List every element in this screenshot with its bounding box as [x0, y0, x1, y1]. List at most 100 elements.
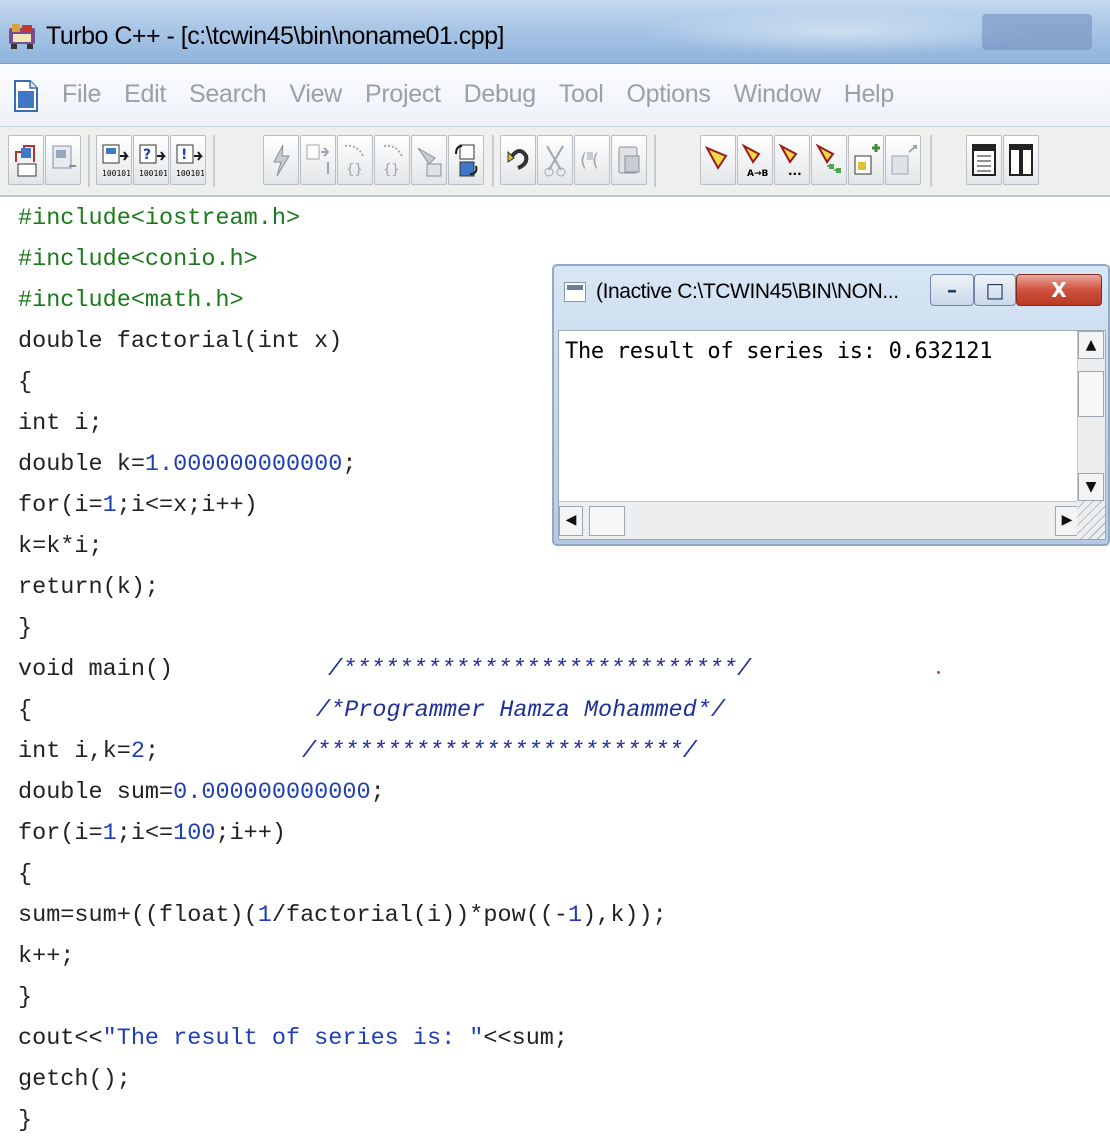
menu-view[interactable]: View	[289, 77, 342, 111]
code-line-21: cout<<"The result of series is: "<<sum;	[18, 1025, 569, 1052]
svg-text:{}: {}	[383, 162, 400, 178]
paste-icon[interactable]	[611, 135, 647, 185]
comment-border-bottom: /**************************/	[302, 738, 697, 765]
scroll-up-arrow-icon[interactable]: ▲	[1078, 331, 1104, 359]
code-line-19: k++;	[18, 943, 75, 970]
stray-red-dot	[937, 671, 940, 674]
horizontal-scroll-thumb[interactable]	[589, 506, 625, 536]
menu-edit[interactable]: Edit	[124, 77, 166, 111]
menu-debug[interactable]: Debug	[464, 77, 536, 111]
code-line-4: double factorial(int x)	[18, 328, 343, 355]
comment-border-top: /****************************/	[328, 656, 752, 683]
output-console-window[interactable]: (Inactive C:\TCWIN45\BIN\NON... – □ X Th…	[552, 264, 1110, 546]
menu-file[interactable]: File	[62, 77, 101, 111]
code-line-13: {	[18, 697, 33, 724]
code-line-12: void main()	[18, 656, 174, 683]
inspect-icon[interactable]	[411, 135, 447, 185]
code-line-22: getch();	[18, 1066, 131, 1093]
copy-icon[interactable]: ((	[574, 135, 610, 185]
step-into-icon[interactable]	[300, 135, 336, 185]
code-line-16: for(i=1;i<=100;i++)	[18, 820, 286, 847]
console-window-icon[interactable]	[564, 282, 586, 302]
menu-items: File Edit Search View Project Debug Tool…	[62, 77, 917, 111]
svg-text:{}: {}	[346, 162, 363, 178]
turbo-cpp-app-icon[interactable]	[8, 22, 38, 50]
comment-programmer: /*Programmer Hamza Mohammed*/	[316, 697, 725, 724]
svg-text:100101: 100101	[176, 169, 204, 178]
minimize-icon: –	[947, 278, 957, 302]
close-window-icon[interactable]	[885, 135, 921, 185]
code-line-6: int i;	[18, 410, 103, 437]
menu-window[interactable]: Window	[734, 77, 821, 111]
close-button[interactable]: X	[1016, 274, 1102, 306]
svg-text:(: (	[580, 150, 587, 171]
code-line-17: {	[18, 861, 33, 888]
close-icon: X	[1051, 278, 1067, 302]
scroll-down-arrow-icon[interactable]: ▼	[1078, 473, 1104, 501]
menu-project[interactable]: Project	[365, 77, 441, 111]
make-icon[interactable]: ? 100101	[133, 135, 169, 185]
undo-icon[interactable]	[500, 135, 536, 185]
build-icon[interactable]: ! 100101	[170, 135, 206, 185]
compile-icon[interactable]: 100101	[96, 135, 132, 185]
scroll-right-arrow-icon[interactable]: ▶	[1055, 506, 1079, 536]
svg-text:!: !	[181, 147, 187, 163]
code-line-2: #include<conio.h>	[18, 246, 258, 273]
vertical-scrollbar[interactable]: ▲ ▼	[1077, 331, 1105, 501]
code-line-8: for(i=1;i<=x;i++)	[18, 492, 258, 519]
window-control-buttons[interactable]	[982, 14, 1092, 50]
vertical-scroll-thumb[interactable]	[1078, 371, 1104, 417]
search-icon[interactable]	[700, 135, 736, 185]
menu-help[interactable]: Help	[844, 77, 895, 111]
lightning-icon[interactable]	[263, 135, 299, 185]
open-file-icon[interactable]	[8, 135, 44, 185]
code-line-20: }	[18, 984, 33, 1011]
horizontal-scrollbar[interactable]: ◀ ▶	[559, 501, 1079, 539]
brace-icon[interactable]: {}	[374, 135, 410, 185]
maximize-button[interactable]: □	[974, 274, 1016, 306]
console-output-text: The result of series is: 0.632121	[565, 339, 993, 364]
console-output-area[interactable]: The result of series is: 0.632121 ▲ ▼ ◀ …	[558, 330, 1106, 540]
title-bar[interactable]: Turbo C++ - [c:\tcwin45\bin\noname01.cpp…	[0, 0, 1110, 64]
code-line-18: sum=sum+((float)(1/factorial(i))*pow((-1…	[18, 902, 667, 929]
cut-icon[interactable]	[537, 135, 573, 185]
svg-text:A→B: A→B	[747, 169, 769, 179]
resize-grip-icon[interactable]	[1077, 501, 1105, 539]
cascade-icon[interactable]	[1003, 135, 1039, 185]
replace-icon[interactable]: A→B	[737, 135, 773, 185]
code-line-14: int i,k=2;	[18, 738, 160, 765]
browse-icon[interactable]	[811, 135, 847, 185]
svg-text:...: ...	[788, 164, 802, 178]
tile-icon[interactable]	[966, 135, 1002, 185]
menu-options[interactable]: Options	[627, 77, 711, 111]
menu-tool[interactable]: Tool	[559, 77, 604, 111]
scroll-left-arrow-icon[interactable]: ◀	[559, 506, 583, 536]
console-title: (Inactive C:\TCWIN45\BIN\NON...	[596, 280, 899, 303]
code-line-10: return(k);	[18, 574, 160, 601]
new-window-icon[interactable]	[848, 135, 884, 185]
run-to-cursor-icon[interactable]: {}	[337, 135, 373, 185]
code-line-11: }	[18, 615, 33, 642]
svg-text:100101: 100101	[102, 169, 130, 178]
transfer-icon[interactable]	[448, 135, 484, 185]
title-bar-glare	[640, 8, 1040, 56]
code-line-23: }	[18, 1107, 33, 1134]
menu-search[interactable]: Search	[189, 77, 267, 111]
search-again-icon[interactable]: ...	[774, 135, 810, 185]
code-line-9: k=k*i;	[18, 533, 103, 560]
maximize-icon: □	[985, 278, 1005, 302]
window-title: Turbo C++ - [c:\tcwin45\bin\noname01.cpp…	[46, 22, 505, 50]
minimize-button[interactable]: –	[930, 274, 974, 306]
svg-text:?: ?	[143, 147, 151, 163]
menu-bar: File Edit Search View Project Debug Tool…	[0, 65, 1110, 127]
code-line-5: {	[18, 369, 33, 396]
svg-text:(: (	[592, 150, 599, 171]
code-line-7: double k=1.000000000000;	[18, 451, 357, 478]
code-line-15: double sum=0.000000000000;	[18, 779, 385, 806]
code-line-3: #include<math.h>	[18, 287, 244, 314]
document-icon[interactable]	[12, 79, 40, 113]
code-line-1: #include<iostream.h>	[18, 205, 301, 232]
save-file-icon[interactable]	[45, 135, 81, 185]
toolbar: 100101 ? 100101 ! 100101 {} {} (( A→B ..…	[0, 127, 1110, 197]
svg-text:100101: 100101	[139, 169, 167, 178]
